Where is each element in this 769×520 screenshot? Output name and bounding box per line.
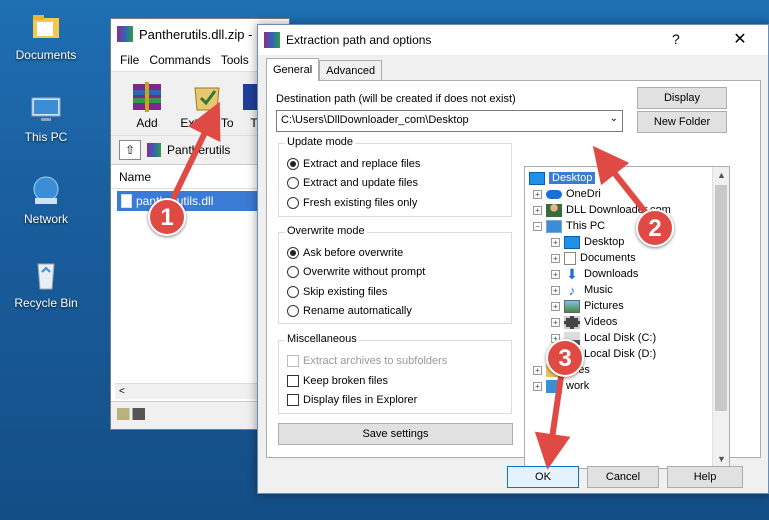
arrow-2 — [592, 145, 653, 220]
arrow-3 — [534, 369, 571, 470]
step-marker-3: 3 — [546, 339, 584, 377]
annotation-arrows — [167, 101, 653, 470]
tab-general[interactable]: General — [266, 58, 320, 81]
arrow-1 — [167, 101, 221, 207]
step-marker-2: 2 — [636, 209, 674, 247]
step-marker-1: 1 — [148, 198, 186, 236]
